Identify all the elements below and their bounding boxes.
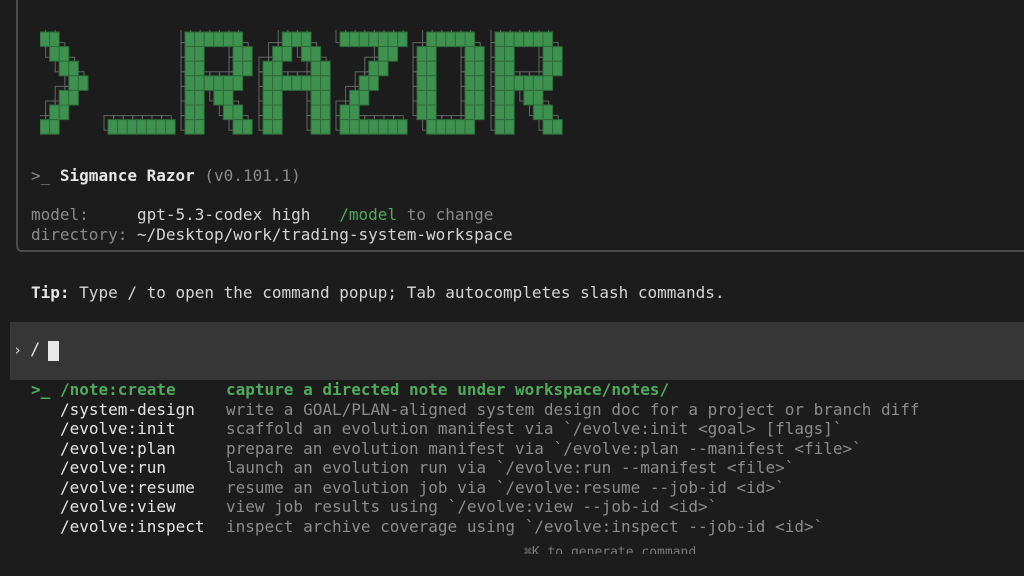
command-description: capture a directed note under workspace/… [226, 380, 670, 399]
input-value[interactable]: / [30, 340, 40, 360]
command-name: /evolve:init [60, 419, 176, 438]
command-name: /evolve:plan [60, 438, 176, 458]
command-name: /evolve:resume [60, 477, 195, 497]
command-description: write a GOAL/PLAN-aligned system design … [226, 399, 920, 419]
command-name: /evolve:view [60, 497, 176, 516]
command-description: view job results using `/evolve:view --j… [226, 497, 718, 516]
tip-label: Tip: [31, 283, 70, 302]
app-name: Sigmance Razor [59, 166, 195, 185]
model-value: gpt-5.3-codex high [136, 205, 311, 224]
text-cursor [48, 341, 59, 361]
selected-marker: >_ [31, 380, 51, 399]
command-name: /system-design [60, 399, 195, 419]
model-label: model: [31, 205, 89, 224]
prompt-glyph: >_ [31, 166, 51, 185]
generate-command-hint: ⌘K to generate command [524, 545, 697, 554]
model-command[interactable]: /model [339, 205, 397, 224]
command-name: /note:create [60, 380, 176, 399]
directory-label: directory: [31, 225, 128, 244]
app-version: (v0.101.1) [204, 166, 301, 185]
app-header: >_ Sigmance Razor (v0.101.1) [31, 166, 301, 186]
directory-value: ~/Desktop/work/trading-system-workspace [136, 225, 513, 244]
command-name: /evolve:run [60, 458, 166, 477]
command-description: resume an evolution job via `/evolve:res… [226, 477, 785, 497]
command-description: scaffold an evolution manifest via `/evo… [226, 419, 843, 438]
command-name: /evolve:inspect [60, 516, 205, 536]
input-caret-icon: › [13, 341, 23, 359]
command-description: prepare an evolution manifest via `/evol… [226, 438, 862, 458]
directory-line: directory: ~/Desktop/work/trading-system… [31, 225, 513, 245]
command-input[interactable]: › / [10, 322, 1024, 380]
tip-text: Type / to open the command popup; Tab au… [79, 283, 725, 302]
model-hint: to change [406, 205, 494, 224]
tip-line: Tip: Type / to open the command popup; T… [31, 283, 725, 303]
model-line: model: gpt-5.3-codex high /model to chan… [31, 205, 493, 225]
command-description: inspect archive coverage using `/evolve:… [226, 516, 824, 536]
command-description: launch an evolution run via `/evolve:run… [226, 458, 795, 477]
razor-logo [40, 30, 563, 135]
